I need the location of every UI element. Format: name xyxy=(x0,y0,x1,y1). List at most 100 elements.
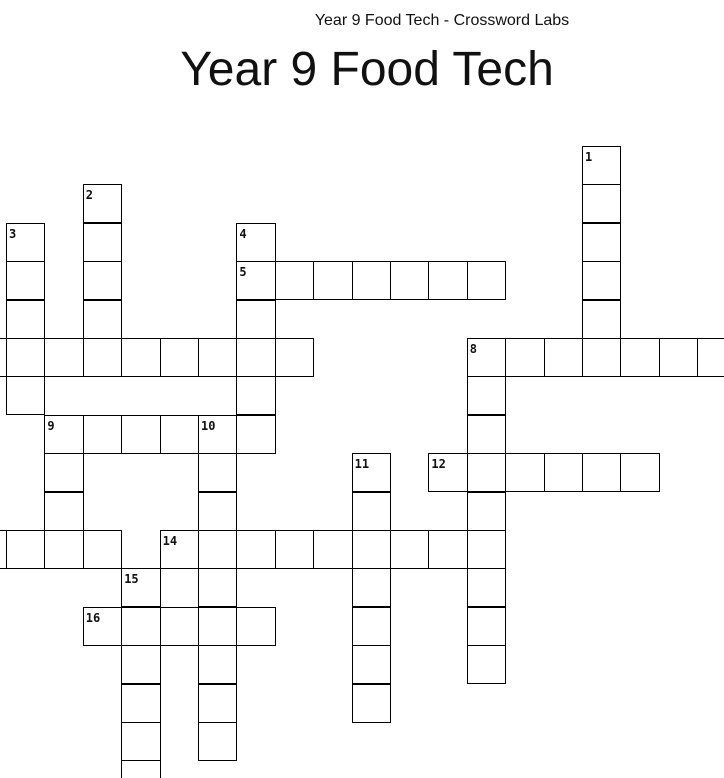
crossword-cell[interactable] xyxy=(198,530,238,569)
clue-number: 4 xyxy=(239,226,247,241)
crossword-cell[interactable] xyxy=(274,530,315,569)
crossword-cell[interactable] xyxy=(582,261,622,301)
crossword-cell[interactable] xyxy=(236,376,276,416)
crossword-cell[interactable]: 11 xyxy=(351,453,391,493)
crossword-cell[interactable] xyxy=(351,530,391,569)
crossword-cell[interactable] xyxy=(44,453,84,493)
crossword-cell[interactable]: 10 xyxy=(198,414,238,454)
crossword-cell[interactable] xyxy=(428,261,468,301)
clue-number: 12 xyxy=(431,457,446,472)
clue-number: 11 xyxy=(354,457,370,472)
crossword-cell[interactable] xyxy=(121,338,161,377)
crossword-cell[interactable] xyxy=(351,606,391,646)
crossword-cell[interactable] xyxy=(6,530,46,569)
crossword-cell[interactable]: 2 xyxy=(82,184,123,224)
crossword-cell[interactable] xyxy=(466,645,507,685)
clue-number: 3 xyxy=(9,226,17,241)
crossword-cell[interactable] xyxy=(198,645,238,685)
crossword-cell[interactable] xyxy=(198,453,238,493)
crossword-cell[interactable] xyxy=(236,414,276,454)
crossword-cell[interactable] xyxy=(543,453,583,493)
crossword-cell[interactable] xyxy=(390,261,430,301)
crossword-cell[interactable] xyxy=(313,530,353,569)
crossword-cell[interactable] xyxy=(466,568,507,608)
crossword-cell[interactable] xyxy=(582,338,622,377)
crossword-cell[interactable] xyxy=(121,414,161,454)
crossword-cell[interactable] xyxy=(82,261,123,301)
crossword-cell[interactable] xyxy=(466,261,507,301)
crossword-cell[interactable] xyxy=(658,338,699,377)
crossword-cell[interactable] xyxy=(44,530,84,569)
crossword-cell[interactable] xyxy=(198,683,238,723)
crossword-cell[interactable]: 8 xyxy=(466,338,507,377)
crossword-cell[interactable] xyxy=(6,376,46,416)
crossword-cell[interactable] xyxy=(390,530,430,569)
crossword-cell[interactable] xyxy=(236,299,276,339)
crossword-cell[interactable] xyxy=(121,645,161,685)
crossword-cell[interactable] xyxy=(466,376,507,416)
clue-number: 10 xyxy=(201,418,216,433)
crossword-cell[interactable] xyxy=(198,606,238,646)
crossword-cell[interactable] xyxy=(82,414,123,454)
crossword-cell[interactable] xyxy=(198,722,238,761)
crossword-cell[interactable] xyxy=(697,338,724,377)
crossword-cell[interactable] xyxy=(466,414,507,454)
crossword-cell[interactable] xyxy=(351,683,391,723)
crossword-cell[interactable] xyxy=(582,299,622,339)
crossword-cell[interactable]: 4 xyxy=(236,222,276,262)
crossword-cell[interactable] xyxy=(82,530,123,569)
crossword-cell[interactable]: 14 xyxy=(159,530,199,569)
crossword-cell[interactable] xyxy=(505,453,545,493)
crossword-cell[interactable] xyxy=(121,722,161,761)
clue-number: 8 xyxy=(469,342,478,356)
crossword-cell[interactable] xyxy=(274,338,315,377)
crossword-cell[interactable]: 16 xyxy=(82,606,123,646)
clue-number: 9 xyxy=(47,418,55,433)
clue-number: 15 xyxy=(124,572,139,587)
crossword-cell[interactable] xyxy=(351,491,391,531)
crossword-cell[interactable] xyxy=(44,491,84,531)
crossword-cell[interactable] xyxy=(159,338,199,377)
crossword-cell[interactable] xyxy=(543,338,583,377)
crossword-cell[interactable] xyxy=(159,606,199,646)
crossword-cell[interactable] xyxy=(82,299,123,339)
crossword-cell[interactable] xyxy=(6,261,46,301)
crossword-cell[interactable] xyxy=(121,683,161,723)
crossword-cell[interactable] xyxy=(198,568,238,608)
crossword-cell[interactable] xyxy=(274,261,315,301)
crossword-cell[interactable] xyxy=(351,645,391,685)
crossword-cell[interactable]: 5 xyxy=(236,261,276,301)
crossword-cell[interactable] xyxy=(198,338,238,377)
crossword-cell[interactable] xyxy=(198,491,238,531)
crossword-cell[interactable] xyxy=(620,338,660,377)
crossword-cell[interactable] xyxy=(351,261,391,301)
crossword-cell[interactable] xyxy=(121,760,161,778)
crossword-cell[interactable] xyxy=(44,338,84,377)
crossword-cell[interactable] xyxy=(428,530,468,569)
crossword-cell[interactable]: 1 xyxy=(582,146,622,185)
crossword-cell[interactable] xyxy=(620,453,660,493)
crossword-cell[interactable]: 9 xyxy=(44,414,84,454)
crossword-cell[interactable] xyxy=(82,222,123,262)
crossword-cell[interactable]: 15 xyxy=(121,568,161,608)
crossword-cell[interactable] xyxy=(466,606,507,646)
crossword-cell[interactable] xyxy=(582,222,622,262)
crossword-cell[interactable] xyxy=(121,606,161,646)
crossword-cell[interactable] xyxy=(505,338,545,377)
crossword-cell[interactable] xyxy=(236,338,276,377)
crossword-cell[interactable] xyxy=(236,530,276,569)
crossword-cell[interactable] xyxy=(582,184,622,224)
crossword-cell[interactable] xyxy=(466,453,507,493)
crossword-cell[interactable] xyxy=(236,606,276,646)
crossword-cell[interactable] xyxy=(466,491,507,531)
crossword-cell[interactable]: 12 xyxy=(428,453,468,493)
crossword-cell[interactable] xyxy=(582,453,622,493)
crossword-cell[interactable] xyxy=(6,338,46,377)
crossword-cell[interactable] xyxy=(351,568,391,608)
crossword-cell[interactable] xyxy=(159,414,199,454)
crossword-cell[interactable] xyxy=(466,530,507,569)
crossword-cell[interactable] xyxy=(313,261,353,301)
crossword-cell[interactable] xyxy=(82,338,123,377)
crossword-cell[interactable]: 3 xyxy=(6,222,46,262)
crossword-cell[interactable] xyxy=(6,299,46,339)
